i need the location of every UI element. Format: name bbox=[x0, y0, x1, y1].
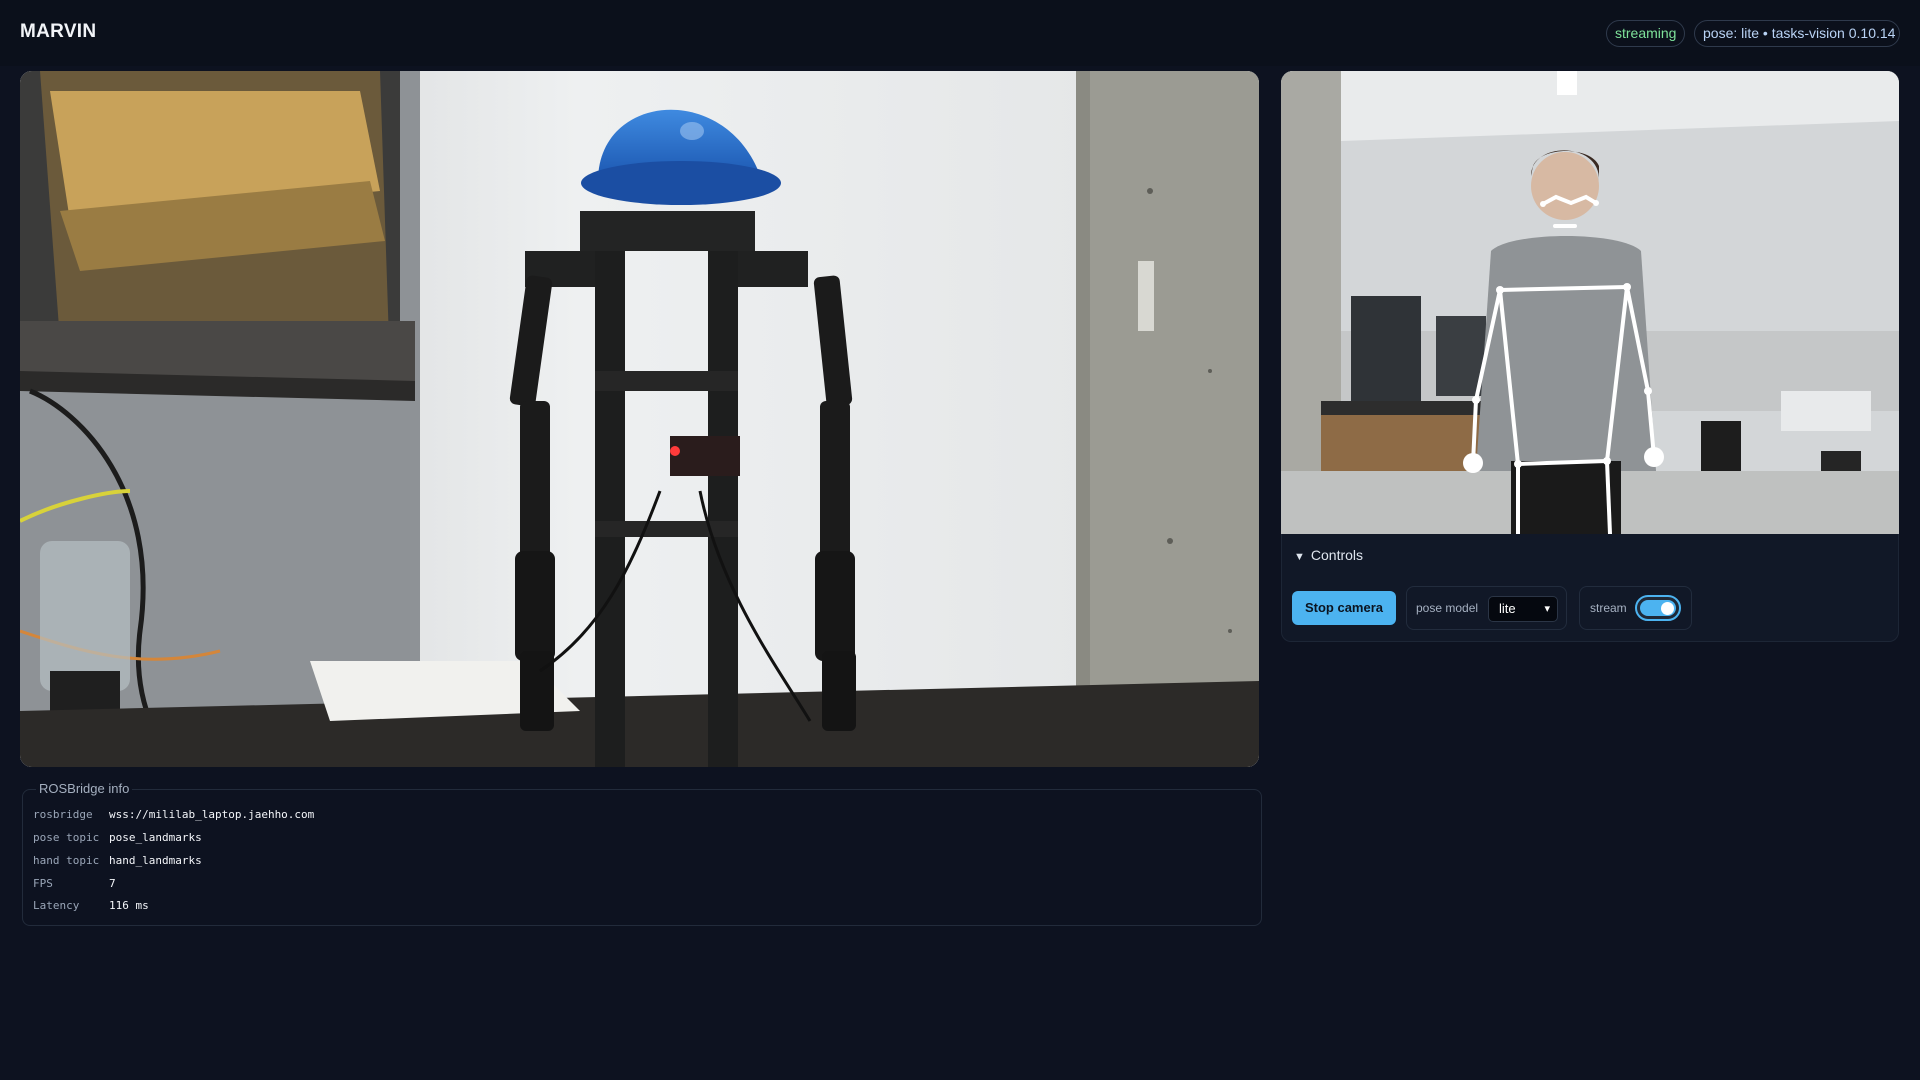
app-title: MARVIN bbox=[20, 21, 97, 42]
ros-key: FPS bbox=[33, 877, 53, 890]
ros-row-fps: FPS 7 bbox=[33, 876, 116, 892]
stream-label: stream bbox=[1590, 601, 1627, 615]
rosbridge-info-legend: ROSBridge info bbox=[36, 781, 133, 796]
triangle-down-icon: ▼ bbox=[1294, 551, 1305, 563]
stream-group: stream bbox=[1579, 586, 1692, 630]
stop-camera-button[interactable]: Stop camera bbox=[1292, 591, 1396, 625]
status-badge: streaming bbox=[1606, 20, 1685, 47]
ros-row-latency: Latency 116 ms bbox=[33, 898, 149, 914]
ros-key: Latency bbox=[33, 899, 80, 912]
controls-summary-label: Controls bbox=[1310, 547, 1364, 563]
ros-key: hand topic bbox=[33, 854, 100, 867]
pose-camera-feed bbox=[1281, 71, 1899, 534]
controls-panel: ▼ Controls Stop camera pose model lite ▾ … bbox=[1281, 534, 1899, 642]
ros-value: pose_landmarks bbox=[109, 831, 202, 844]
app-header: MARVIN streaming pose: lite • tasks-visi… bbox=[0, 0, 1920, 66]
chevron-down-icon: ▾ bbox=[1544, 603, 1550, 615]
ros-key: pose topic bbox=[33, 831, 100, 844]
stream-toggle[interactable] bbox=[1635, 595, 1681, 621]
ros-row-pose-topic: pose topic pose_landmarks bbox=[33, 830, 202, 846]
pose-model-value: lite bbox=[1499, 601, 1516, 616]
pose-model-select[interactable]: lite ▾ bbox=[1488, 596, 1558, 622]
pose-model-group: pose model lite ▾ bbox=[1406, 586, 1567, 630]
pose-info-badge: pose: lite • tasks-vision 0.10.14 bbox=[1694, 20, 1900, 47]
ros-value: 7 bbox=[109, 877, 116, 890]
ros-value: hand_landmarks bbox=[109, 854, 202, 867]
ros-value: 116 ms bbox=[109, 899, 149, 912]
ros-row-hand-topic: hand topic hand_landmarks bbox=[33, 853, 202, 869]
pose-overlay-image bbox=[1281, 71, 1899, 534]
ros-value: wss://mililab_laptop.jaehho.com bbox=[109, 808, 315, 821]
ros-key: rosbridge bbox=[33, 808, 93, 821]
stream-toggle-knob bbox=[1661, 602, 1674, 615]
controls-summary[interactable]: ▼ Controls bbox=[1294, 547, 1363, 563]
pose-model-label: pose model bbox=[1416, 601, 1479, 615]
ros-row-rosbridge: rosbridge wss://mililab_laptop.jaehho.com bbox=[33, 807, 314, 823]
robot-camera-feed bbox=[20, 71, 1259, 767]
robot-scene-image bbox=[20, 71, 1259, 767]
